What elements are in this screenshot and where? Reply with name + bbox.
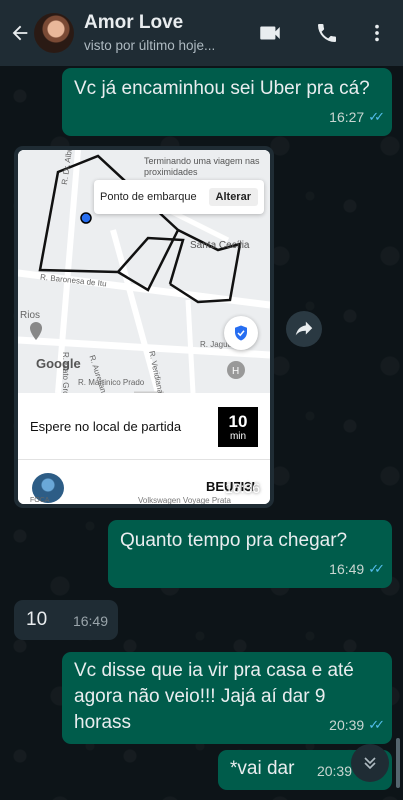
pickup-tooltip: Ponto de embarque Alterar [94, 180, 264, 214]
message-time: 20:39 [316, 763, 352, 779]
message-incoming-image[interactable]: H Terminando uma viagem nas proximidades… [14, 146, 274, 508]
pickup-label: Ponto de embarque [100, 191, 197, 203]
message-outgoing[interactable]: Quanto tempo pra chegar? 16:49 ✓✓ [108, 520, 392, 588]
trip-note: Terminando uma viagem nas proximidades [144, 156, 260, 177]
message-text: Quanto tempo pra chegar? [120, 530, 348, 551]
video-call-icon [260, 26, 280, 40]
message-text: 10 [26, 609, 48, 630]
eta-unit: min [229, 430, 247, 442]
change-pickup-button[interactable]: Alterar [208, 188, 258, 206]
contact-info[interactable]: Amor Love visto por último hoje... [84, 12, 215, 55]
contact-name: Amor Love [84, 11, 184, 33]
video-call-button[interactable] [255, 18, 285, 48]
back-button[interactable] [6, 13, 34, 53]
double-check-icon: ✓✓ [368, 109, 385, 124]
more-vert-icon [375, 24, 379, 42]
voice-call-button[interactable] [312, 18, 342, 48]
eta-box: 10 min [218, 407, 258, 447]
scroll-down-icon [364, 757, 376, 770]
message-time: 16:27 [329, 109, 365, 125]
safety-shield-button[interactable] [224, 316, 258, 350]
uber-screenshot[interactable]: H Terminando uma viagem nas proximidades… [18, 150, 270, 504]
wait-text: Espere no local de partida [30, 419, 182, 434]
back-arrow-icon [12, 25, 28, 41]
message-meta: 16:49 [73, 608, 108, 634]
uber-map: H Terminando uma viagem nas proximidades… [18, 150, 270, 431]
chat-header: Amor Love visto por último hoje... [0, 0, 403, 66]
message-time: 16:49 [329, 561, 365, 577]
contact-avatar[interactable] [34, 13, 74, 53]
last-seen-status: visto por último hoje... [84, 37, 216, 53]
eta-minutes: 10 [228, 411, 248, 431]
message-outgoing[interactable]: Vc já encaminhou sei Uber pra cá? 16:27 … [62, 68, 392, 136]
scroll-down-button[interactable] [351, 744, 389, 782]
map-label: R. Martinico Prado [78, 378, 145, 387]
forward-icon [295, 321, 313, 336]
message-time: 20:39 [329, 717, 365, 733]
message-text: *vai dar [230, 758, 295, 779]
message-incoming[interactable]: 10 16:49 [14, 600, 118, 640]
double-check-icon: ✓✓ [368, 561, 385, 576]
map-label: Santa Cecília [190, 240, 250, 251]
message-text: Vc já encaminhou sei Uber pra cá? [74, 78, 370, 99]
message-meta: 16:27 ✓✓ [329, 104, 385, 130]
phone-icon [318, 24, 336, 42]
message-meta: 16:49 ✓✓ [329, 556, 385, 582]
svg-text:H: H [232, 366, 239, 377]
message-meta: 20:39 ✓✓ [329, 712, 385, 738]
forward-button[interactable] [286, 311, 322, 347]
map-label: Rios [20, 310, 41, 321]
google-logo: Google [36, 356, 81, 371]
scrollbar[interactable] [396, 738, 400, 788]
more-options-button[interactable] [362, 18, 392, 48]
driver-label: FOCA [30, 497, 50, 504]
double-check-icon: ✓✓ [368, 717, 385, 732]
divider [18, 459, 270, 460]
message-time: 16:36 [224, 480, 260, 496]
message-meta: 20:39 [317, 758, 352, 784]
car-model: Volkswagen Voyage Prata [138, 496, 231, 504]
shield-icon [235, 325, 247, 341]
message-outgoing[interactable]: Vc disse que ia vir pra casa e até agora… [62, 652, 392, 744]
message-time: 16:49 [72, 613, 108, 629]
